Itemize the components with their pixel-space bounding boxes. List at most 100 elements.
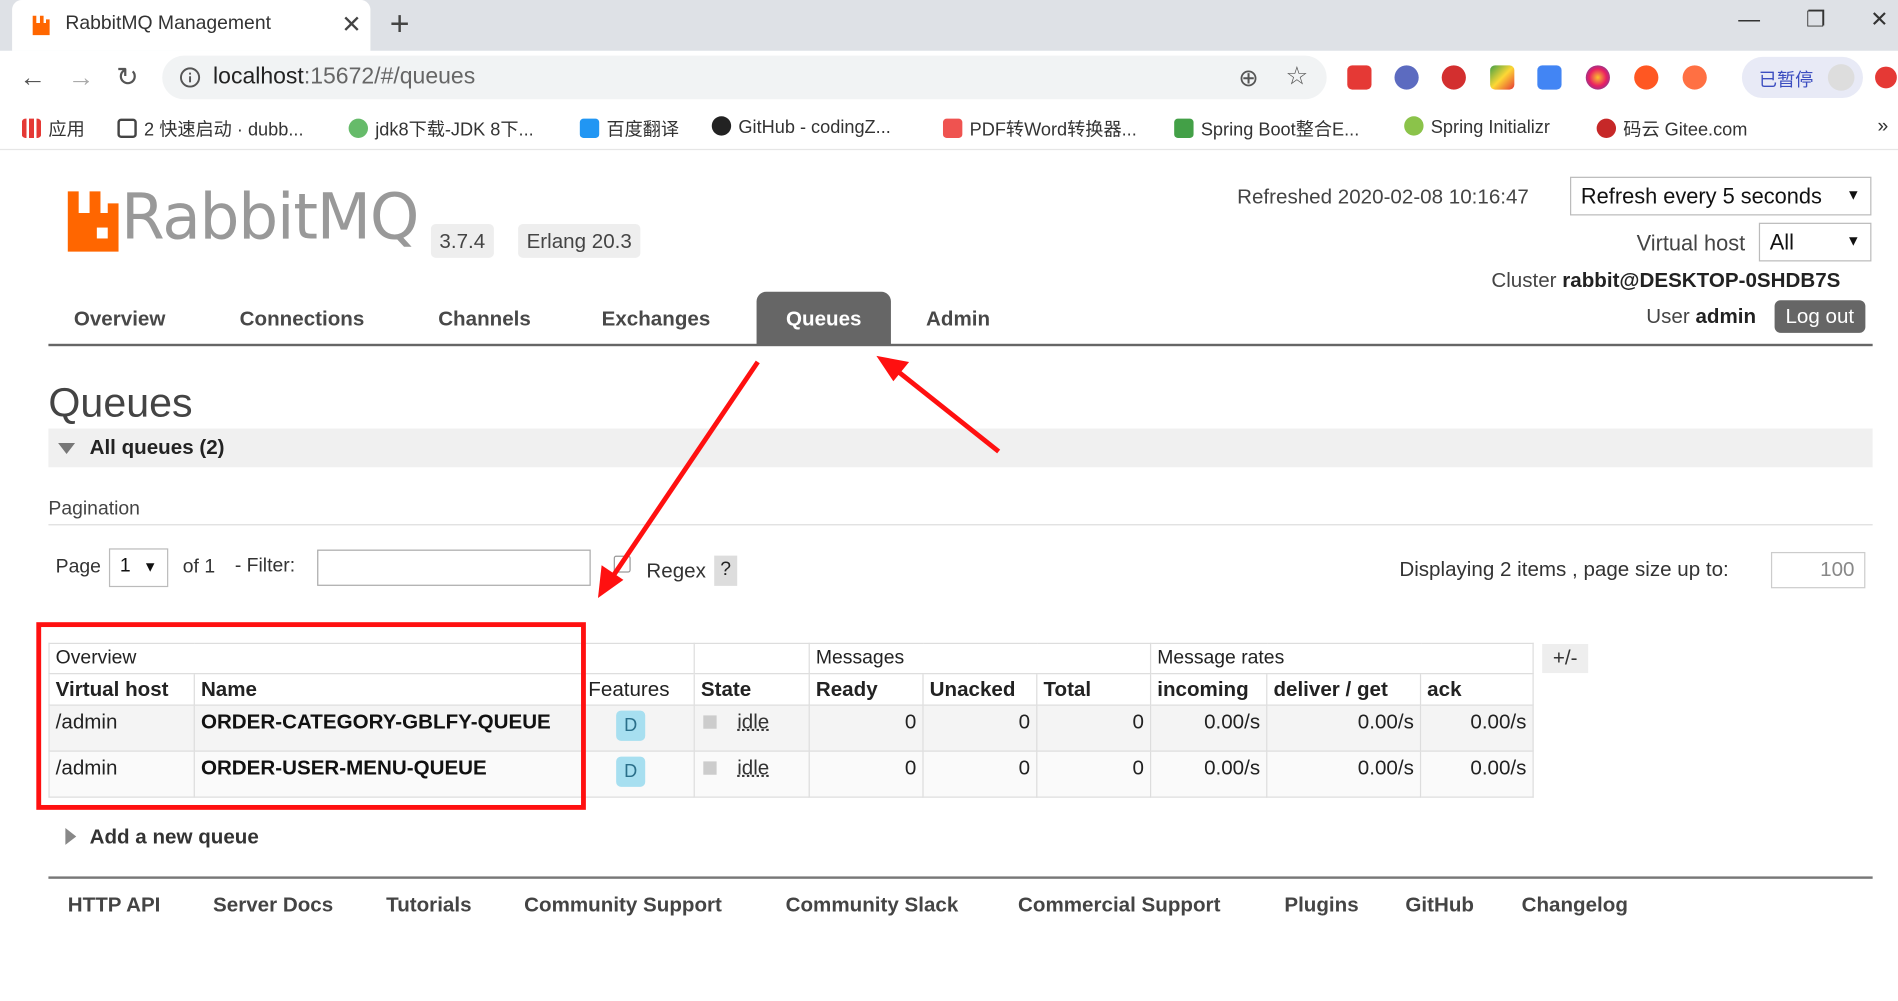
bookmark-pdf2word[interactable]: PDF转Word转换器...	[942, 116, 1137, 141]
logout-button[interactable]: Log out	[1774, 300, 1866, 333]
col-incoming[interactable]: incoming	[1149, 673, 1268, 706]
pdf-site-icon	[942, 118, 963, 138]
page-select[interactable]: 1 ▼	[108, 548, 169, 588]
bookmark-baidu-translate[interactable]: 百度翻译	[579, 116, 680, 141]
bookmark-apps[interactable]: 应用	[21, 116, 85, 141]
filter-input[interactable]	[317, 549, 591, 586]
bookmark-label: Spring Initializr	[1430, 117, 1550, 138]
footer-link-github[interactable]: GitHub	[1405, 893, 1474, 917]
minimize-icon[interactable]: —	[1738, 7, 1760, 32]
translate-site-icon	[579, 118, 600, 138]
cell-unacked: 0	[922, 704, 1038, 752]
help-button[interactable]: ?	[714, 555, 738, 586]
col-ready[interactable]: Ready	[808, 673, 924, 706]
footer-link-community-slack[interactable]: Community Slack	[786, 893, 959, 917]
cell-deliver-get: 0.00/s	[1266, 750, 1422, 798]
photos-extension-icon[interactable]	[1585, 65, 1610, 90]
bookmark-label: jdk8下载-JDK 8下...	[375, 119, 534, 141]
tab-close-icon[interactable]: ✕	[341, 10, 361, 40]
lifebuoy-extension-icon[interactable]	[1682, 65, 1707, 90]
footer-divider	[48, 876, 1873, 879]
footer-link-changelog[interactable]: Changelog	[1522, 893, 1628, 917]
jdk-site-icon	[348, 118, 368, 138]
footer-link-server-docs[interactable]: Server Docs	[213, 893, 333, 917]
cell-deliver-get: 0.00/s	[1266, 704, 1422, 752]
col-ack[interactable]: ack	[1419, 673, 1534, 706]
forward-icon[interactable]: →	[68, 62, 95, 93]
chevron-down-icon: ▼	[142, 558, 158, 575]
vhost-select-value: All	[1769, 229, 1794, 255]
durable-badge: D	[616, 756, 646, 787]
bookmark-jdk8[interactable]: jdk8下载-JDK 8下...	[348, 116, 534, 141]
bookmark-gitee[interactable]: 码云 Gitee.com	[1596, 116, 1748, 141]
translate-extension-icon[interactable]	[1537, 65, 1562, 90]
new-tab-icon[interactable]: +	[390, 5, 410, 44]
restore-icon[interactable]: ❐	[1806, 7, 1826, 32]
tab-overview[interactable]: Overview	[74, 307, 166, 331]
refresh-interval-select[interactable]: Refresh every 5 seconds ▼	[1570, 176, 1872, 216]
check-extension-icon[interactable]	[1394, 65, 1419, 90]
zoom-icon[interactable]: ⊕	[1238, 63, 1258, 93]
cell-incoming: 0.00/s	[1149, 704, 1268, 752]
bookmarks-overflow-icon[interactable]: »	[1877, 116, 1888, 138]
expand-triangle-icon[interactable]	[65, 827, 77, 845]
footer-link-commercial-support[interactable]: Commercial Support	[1018, 893, 1220, 917]
profile-avatar[interactable]	[1827, 64, 1855, 91]
colorful-extension-icon[interactable]	[1490, 65, 1515, 90]
bookmark-label: 百度翻译	[606, 119, 680, 141]
column-toggle-button[interactable]: +/-	[1542, 643, 1589, 674]
col-total[interactable]: Total	[1036, 673, 1152, 706]
footer-link-plugins[interactable]: Plugins	[1284, 893, 1358, 917]
cell-features: D	[581, 750, 695, 798]
tab-admin[interactable]: Admin	[926, 307, 990, 331]
col-deliver-get[interactable]: deliver / get	[1266, 673, 1422, 706]
adblock-extension-icon[interactable]	[1441, 65, 1466, 90]
col-state[interactable]: State	[693, 673, 810, 706]
window-close-icon[interactable]: ✕	[1870, 7, 1888, 32]
reload-icon[interactable]: ↻	[116, 62, 138, 93]
page-label: Page	[55, 556, 101, 578]
cluster-info: Cluster rabbit@DESKTOP-0SHDB7S	[1491, 268, 1841, 292]
arrowhead-queues-tab	[876, 355, 910, 382]
tab-queues[interactable]: Queues	[756, 291, 891, 345]
bookmark-label: GitHub - codingZ...	[738, 117, 891, 138]
footer-link-community-support[interactable]: Community Support	[524, 893, 722, 917]
back-icon[interactable]: ←	[19, 62, 46, 93]
footer-link-tutorials[interactable]: Tutorials	[386, 893, 471, 917]
nav-divider	[48, 343, 1873, 347]
add-queue-toggle[interactable]: Add a new queue	[90, 826, 259, 850]
bookmark-spring-boot[interactable]: Spring Boot整合E...	[1174, 116, 1359, 141]
bookmark-label: 码云 Gitee.com	[1623, 119, 1748, 141]
logo-text: RabbitMQ	[121, 181, 419, 255]
page-size-input[interactable]: 100	[1770, 551, 1866, 589]
version-badge: 3.7.4	[430, 223, 494, 258]
browser-tab[interactable]: RabbitMQ Management ✕	[12, 0, 371, 51]
site-info-icon[interactable]	[179, 67, 201, 89]
section-title[interactable]: All queues (2)	[90, 436, 225, 460]
tab-channels[interactable]: Channels	[438, 307, 531, 331]
github-icon	[711, 116, 732, 136]
bookmark-dubbo[interactable]: 2 快速启动 · dubb...	[117, 116, 303, 141]
update-icon[interactable]	[1875, 66, 1897, 89]
all-queues-section-header[interactable]	[48, 428, 1873, 468]
tab-exchanges[interactable]: Exchanges	[602, 307, 711, 331]
footer-link-http-api[interactable]: HTTP API	[68, 893, 161, 917]
vhost-select[interactable]: All ▼	[1758, 222, 1872, 262]
annotation-arrows	[597, 355, 1001, 598]
gitee-icon	[1596, 118, 1617, 138]
tab-connections[interactable]: Connections	[240, 307, 365, 331]
annotation-highlight-box	[36, 622, 586, 810]
col-unacked[interactable]: Unacked	[922, 673, 1038, 706]
bookmark-github[interactable]: GitHub - codingZ...	[711, 116, 891, 138]
fe-extension-icon[interactable]	[1347, 65, 1372, 90]
collapse-triangle-icon[interactable]	[58, 443, 76, 454]
bookmark-spring-initializr[interactable]: Spring Initializr	[1404, 116, 1550, 138]
group-message-rates: Message rates	[1149, 642, 1534, 675]
tab-title: RabbitMQ Management	[65, 13, 271, 34]
infinity-extension-icon[interactable]	[1634, 65, 1659, 90]
spring-icon	[1404, 116, 1424, 136]
bookmark-star-icon[interactable]: ☆	[1286, 62, 1309, 92]
durable-badge: D	[616, 710, 646, 741]
url-text[interactable]: localhost:15672/#/queues	[213, 64, 475, 91]
regex-checkbox[interactable]	[613, 555, 631, 573]
